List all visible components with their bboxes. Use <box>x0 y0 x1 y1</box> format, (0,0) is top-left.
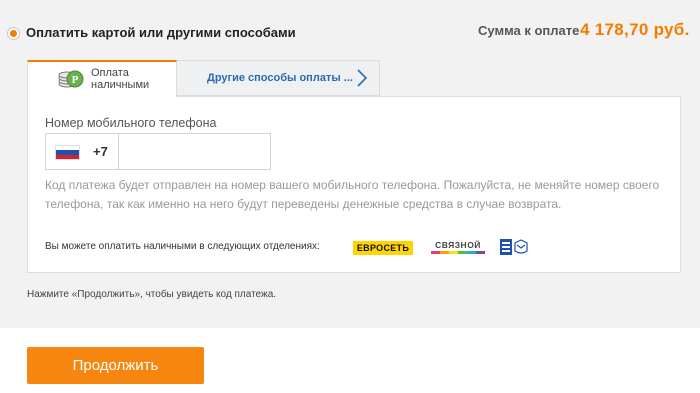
tab-cash-label-line1: Оплата <box>91 67 129 79</box>
total-value: 4 178,70 руб. <box>580 20 690 39</box>
russian-post-logo-icon <box>500 239 528 255</box>
russia-flag-icon <box>55 145 80 160</box>
footer-note: Нажмите «Продолжить», чтобы увидеть код … <box>27 289 277 300</box>
tab-other-methods[interactable]: Другие способы оплаты ... <box>176 60 380 96</box>
country-code: +7 <box>93 144 108 159</box>
continue-button[interactable]: Продолжить <box>27 347 204 384</box>
phone-input[interactable] <box>120 134 270 169</box>
phone-field: +7 <box>45 133 271 170</box>
phone-hint: Код платежа будет отправлен на номер ваш… <box>45 178 660 211</box>
chevron-right-icon <box>357 69 368 87</box>
svg-text:P: P <box>72 74 79 86</box>
svyaznoy-logo: СВЯЗНОЙ <box>431 240 485 256</box>
tab-cash-label-line2: наличными <box>91 79 150 91</box>
tab-cash-payment[interactable]: P Оплата наличными <box>27 60 177 97</box>
phone-label: Номер мобильного телефона <box>45 116 217 130</box>
total-label: Сумма к оплате <box>478 23 580 38</box>
tab-other-label: Другие способы оплаты ... <box>207 72 353 84</box>
branches-text: Вы можете оплатить наличными в следующих… <box>45 241 320 252</box>
country-prefix[interactable]: +7 <box>46 134 119 169</box>
payment-option-title[interactable]: Оплатить картой или другими способами <box>26 25 296 40</box>
cash-coins-icon: P <box>58 70 84 88</box>
euroset-logo: ЕВРОСЕТЬ <box>353 241 413 255</box>
payment-option-radio[interactable] <box>7 27 20 40</box>
